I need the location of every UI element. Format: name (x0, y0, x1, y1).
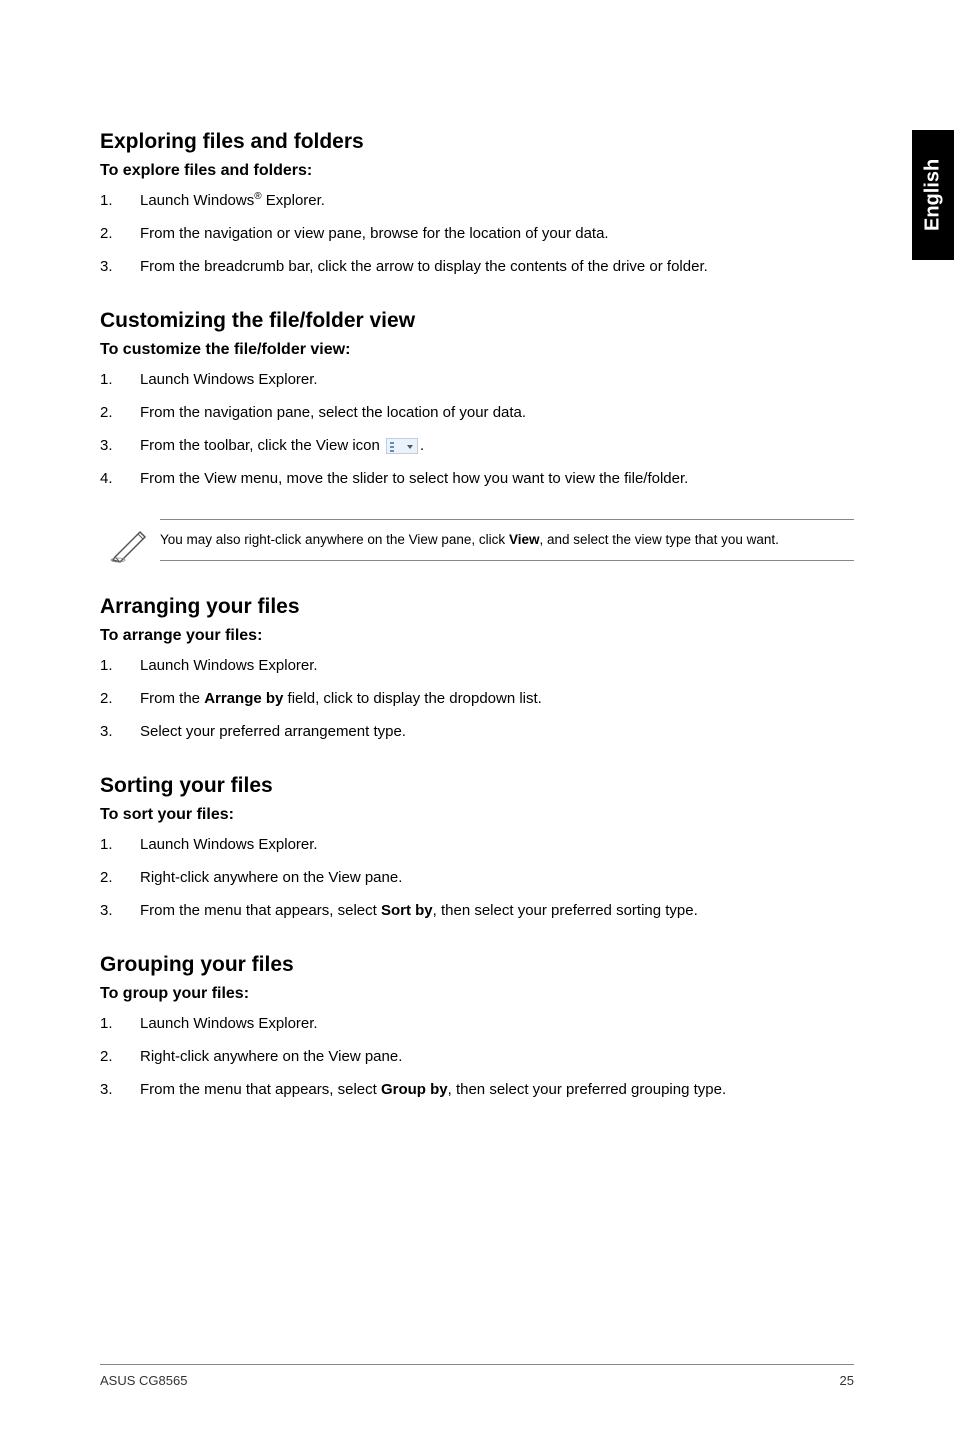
item-text: From the toolbar, click the View icon . (140, 435, 854, 456)
section-exploring: Exploring files and folders To explore f… (100, 130, 854, 277)
item-text: From the breadcrumb bar, click the arrow… (140, 256, 854, 277)
list-item: 3. From the breadcrumb bar, click the ar… (100, 256, 854, 277)
list-item: 2. From the navigation or view pane, bro… (100, 223, 854, 244)
item-text: From the View menu, move the slider to s… (140, 468, 854, 489)
item-number: 3. (100, 435, 140, 456)
item-text: From the menu that appears, select Sort … (140, 900, 854, 921)
heading-customizing: Customizing the file/folder view (100, 309, 854, 333)
subheading-grouping: To group your files: (100, 985, 854, 1003)
section-sorting: Sorting your files To sort your files: 1… (100, 774, 854, 921)
heading-grouping: Grouping your files (100, 953, 854, 977)
item-number: 2. (100, 1046, 140, 1067)
heading-sorting: Sorting your files (100, 774, 854, 798)
item-text: From the menu that appears, select Group… (140, 1079, 854, 1100)
item-number: 2. (100, 688, 140, 709)
item-number: 1. (100, 834, 140, 855)
list-sorting: 1. Launch Windows Explorer. 2. Right-cli… (100, 834, 854, 921)
list-item: 4. From the View menu, move the slider t… (100, 468, 854, 489)
list-item: 3. Select your preferred arrangement typ… (100, 721, 854, 742)
item-text: Select your preferred arrangement type. (140, 721, 854, 742)
section-customizing: Customizing the file/folder view To cust… (100, 309, 854, 563)
list-item: 2. Right-click anywhere on the View pane… (100, 1046, 854, 1067)
item-number: 2. (100, 223, 140, 244)
item-number: 2. (100, 867, 140, 888)
list-item: 1. Launch Windows Explorer. (100, 369, 854, 390)
list-customizing: 1. Launch Windows Explorer. 2. From the … (100, 369, 854, 489)
note-text: You may also right-click anywhere on the… (160, 519, 854, 561)
list-item: 1. Launch Windows Explorer. (100, 1013, 854, 1034)
item-number: 2. (100, 402, 140, 423)
item-text: From the Arrange by field, click to disp… (140, 688, 854, 709)
subheading-sorting: To sort your files: (100, 806, 854, 824)
list-item: 2. From the Arrange by field, click to d… (100, 688, 854, 709)
footer-left: ASUS CG8565 (100, 1373, 187, 1388)
page-footer: ASUS CG8565 25 (100, 1364, 854, 1388)
item-text: Launch Windows Explorer. (140, 1013, 854, 1034)
pencil-icon (100, 519, 160, 563)
list-item: 3. From the menu that appears, select So… (100, 900, 854, 921)
list-arranging: 1. Launch Windows Explorer. 2. From the … (100, 655, 854, 742)
item-text: From the navigation pane, select the loc… (140, 402, 854, 423)
item-number: 1. (100, 1013, 140, 1034)
item-text: Right-click anywhere on the View pane. (140, 1046, 854, 1067)
section-arranging: Arranging your files To arrange your fil… (100, 595, 854, 742)
view-icon (386, 438, 418, 454)
subheading-arranging: To arrange your files: (100, 627, 854, 645)
list-item: 1. Launch Windows® Explorer. (100, 190, 854, 211)
item-number: 3. (100, 256, 140, 277)
item-number: 1. (100, 655, 140, 676)
list-item: 3. From the toolbar, click the View icon… (100, 435, 854, 456)
subheading-exploring: To explore files and folders: (100, 162, 854, 180)
heading-exploring: Exploring files and folders (100, 130, 854, 154)
heading-arranging: Arranging your files (100, 595, 854, 619)
item-text: Launch Windows Explorer. (140, 834, 854, 855)
list-item: 3. From the menu that appears, select Gr… (100, 1079, 854, 1100)
item-number: 1. (100, 369, 140, 390)
item-number: 3. (100, 721, 140, 742)
item-number: 1. (100, 190, 140, 211)
item-number: 3. (100, 1079, 140, 1100)
item-text: Launch Windows® Explorer. (140, 190, 854, 211)
list-grouping: 1. Launch Windows Explorer. 2. Right-cli… (100, 1013, 854, 1100)
page-content: Exploring files and folders To explore f… (0, 0, 954, 1100)
list-exploring: 1. Launch Windows® Explorer. 2. From the… (100, 190, 854, 277)
list-item: 1. Launch Windows Explorer. (100, 834, 854, 855)
section-grouping: Grouping your files To group your files:… (100, 953, 854, 1100)
item-number: 3. (100, 900, 140, 921)
item-number: 4. (100, 468, 140, 489)
item-text: Right-click anywhere on the View pane. (140, 867, 854, 888)
note-box: You may also right-click anywhere on the… (100, 519, 854, 563)
item-text: From the navigation or view pane, browse… (140, 223, 854, 244)
subheading-customizing: To customize the file/folder view: (100, 341, 854, 359)
list-item: 2. Right-click anywhere on the View pane… (100, 867, 854, 888)
list-item: 1. Launch Windows Explorer. (100, 655, 854, 676)
item-text: Launch Windows Explorer. (140, 655, 854, 676)
list-item: 2. From the navigation pane, select the … (100, 402, 854, 423)
language-tab: English (912, 130, 954, 260)
item-text: Launch Windows Explorer. (140, 369, 854, 390)
footer-page-number: 25 (840, 1373, 854, 1388)
